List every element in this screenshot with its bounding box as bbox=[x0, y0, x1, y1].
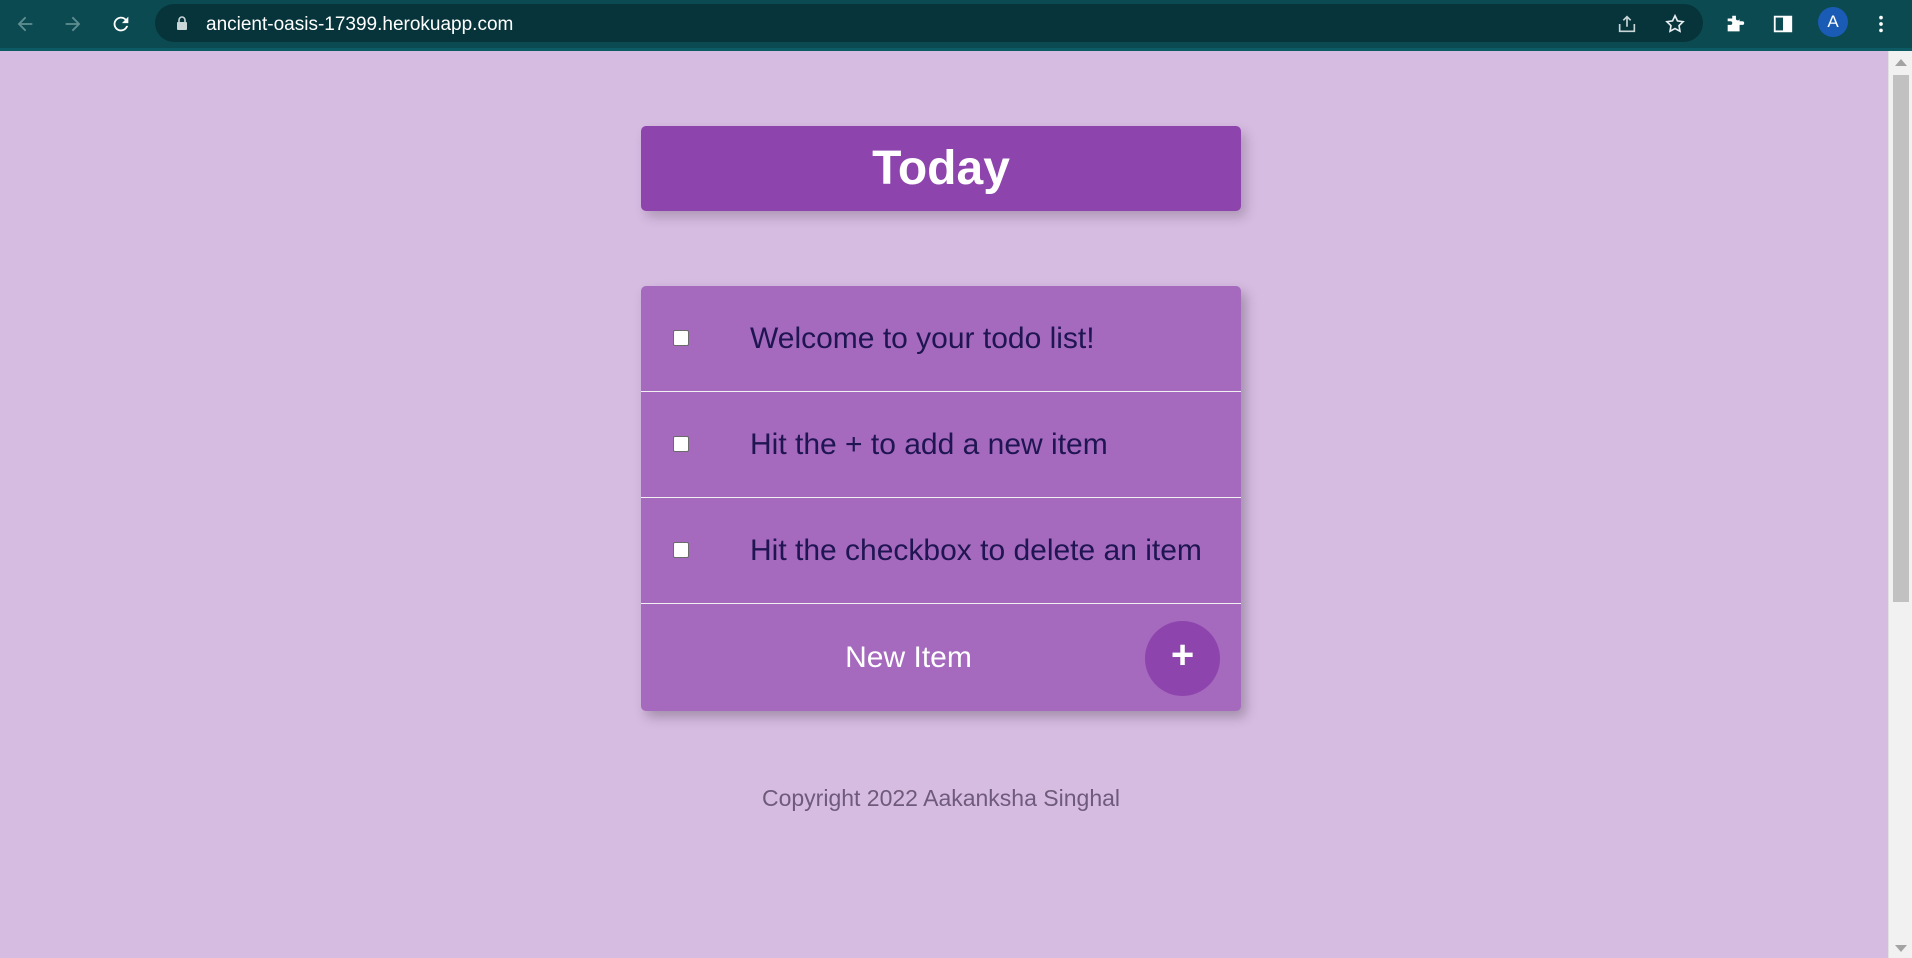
item-checkbox[interactable] bbox=[673, 542, 689, 558]
share-icon bbox=[1618, 15, 1636, 33]
scroll-thumb[interactable] bbox=[1893, 75, 1909, 602]
puzzle-icon bbox=[1727, 15, 1745, 32]
menu-button[interactable] bbox=[1866, 9, 1896, 39]
item-text: Hit the + to add a new item bbox=[750, 427, 1108, 461]
side-panel-icon bbox=[1773, 15, 1793, 33]
reload-icon bbox=[113, 16, 129, 32]
share-button[interactable] bbox=[1614, 11, 1640, 37]
item-text: Hit the checkbox to delete an item bbox=[750, 533, 1202, 567]
browser-toolbar: ancient-oasis-17399.herokuapp.com A bbox=[0, 0, 1912, 51]
page-scrollbar[interactable] bbox=[1888, 51, 1912, 958]
copyright-footer: Copyright 2022 Aakanksha Singhal bbox=[761, 785, 1121, 811]
kebab-menu-icon bbox=[1879, 15, 1883, 33]
list-item: Welcome to your todo list! bbox=[641, 286, 1241, 392]
back-button[interactable] bbox=[9, 8, 41, 40]
address-bar[interactable]: ancient-oasis-17399.herokuapp.com bbox=[155, 4, 1703, 42]
item-text: Welcome to your todo list! bbox=[750, 321, 1095, 355]
todo-list: Welcome to your todo list! Hit the + to … bbox=[641, 286, 1241, 711]
scroll-down-arrow-icon[interactable] bbox=[1895, 945, 1907, 952]
arrow-left-icon bbox=[17, 16, 33, 32]
bookmark-button[interactable] bbox=[1662, 11, 1688, 37]
profile-avatar[interactable]: A bbox=[1818, 7, 1848, 37]
star-icon bbox=[1665, 13, 1685, 33]
arrow-right-icon bbox=[65, 16, 81, 32]
heading-box: Today bbox=[641, 126, 1241, 211]
url-text: ancient-oasis-17399.herokuapp.com bbox=[206, 14, 514, 35]
lock-icon bbox=[177, 16, 187, 30]
new-item-form: + bbox=[641, 604, 1241, 711]
new-item-input[interactable] bbox=[641, 628, 1176, 688]
list-item: Hit the + to add a new item bbox=[641, 392, 1241, 498]
forward-button[interactable] bbox=[57, 8, 89, 40]
scroll-up-arrow-icon[interactable] bbox=[1895, 59, 1907, 66]
page-title: Today bbox=[872, 142, 1010, 195]
list-item: Hit the checkbox to delete an item bbox=[641, 498, 1241, 604]
side-panel-button[interactable] bbox=[1768, 9, 1798, 39]
extensions-button[interactable] bbox=[1720, 9, 1750, 39]
add-item-button[interactable]: + bbox=[1145, 621, 1220, 696]
reload-button[interactable] bbox=[105, 8, 137, 40]
item-checkbox[interactable] bbox=[673, 436, 689, 452]
item-checkbox[interactable] bbox=[673, 330, 689, 346]
